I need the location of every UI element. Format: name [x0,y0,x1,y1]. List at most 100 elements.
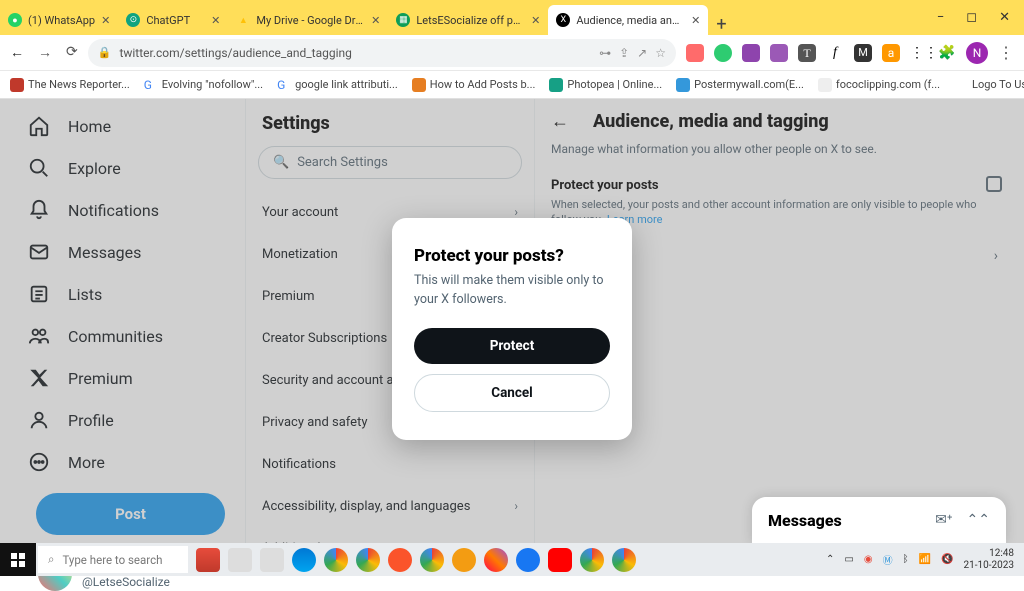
tray-icon[interactable]: ◉ [864,554,873,565]
clock[interactable]: 12:48 21-10-2023 [964,548,1015,571]
install-icon[interactable]: ⇪ [619,46,629,60]
taskbar-search[interactable]: ⌕Type here to search [38,546,188,573]
bookmark-icon [954,78,968,92]
messages-drawer-title: Messages [768,511,921,530]
bookmarks-bar: The News Reporter... GEvolving "nofollow… [0,71,1024,99]
forward-button[interactable]: → [38,44,52,61]
tab-sheets[interactable]: ▦ LetsESocialize off page det ✕ [388,5,548,35]
chrome-icon[interactable] [356,548,380,572]
close-icon[interactable]: ✕ [211,14,220,27]
browser-titlebar: ● (1) WhatsApp ✕ ⊙ ChatGPT ✕ ▲ My Drive … [0,0,1024,35]
bookmark-icon [10,78,24,92]
bookmark-label: Postermywall.com(E... [694,78,804,91]
ext-icon[interactable]: ⋮⋮ [910,44,928,62]
volume-icon[interactable]: 🔇 [941,554,953,565]
messages-drawer[interactable]: Messages ✉⁺ ⌃⌃ [752,497,1006,543]
new-tab-button[interactable]: + [708,14,734,35]
sheets-icon: ▦ [396,13,410,27]
profile-avatar[interactable]: N [966,42,988,64]
ext-icon[interactable] [714,44,732,62]
lock-icon: 🔒 [98,46,112,59]
bookmark-label: How to Add Posts b... [430,78,536,91]
youtube-icon[interactable] [548,548,572,572]
window-controls: − ◻ ✕ [923,10,1024,25]
ext-icon[interactable] [742,44,760,62]
back-button[interactable]: ← [10,44,24,61]
bookmark-item[interactable]: Photopea | Online... [549,78,662,92]
menu-button[interactable]: ⋮ [998,43,1014,62]
bookmark-item[interactable]: fococlipping.com (f... [818,78,940,92]
maximize-button[interactable]: ◻ [966,10,977,25]
ext-icon[interactable]: a [882,44,900,62]
windows-taskbar: ⌕Type here to search ⌃ ▭ ◉ Ⓜ ᛒ 📶 🔇 12:48… [0,543,1024,576]
tab-chatgpt[interactable]: ⊙ ChatGPT ✕ [118,5,228,35]
share-icon[interactable]: ↗ [637,46,647,60]
system-tray: ⌃ ▭ ◉ Ⓜ ᛒ 📶 🔇 12:48 21-10-2023 [826,548,1024,571]
wifi-icon[interactable]: 📶 [919,554,931,565]
bookmark-label: fococlipping.com (f... [836,78,940,91]
bookmark-item[interactable]: Logo To Use - Free... [954,78,1024,92]
tab-whatsapp[interactable]: ● (1) WhatsApp ✕ [0,5,118,35]
bookmark-item[interactable]: How to Add Posts b... [412,78,536,92]
minimize-button[interactable]: − [937,10,944,25]
ext-icon[interactable]: M [854,44,872,62]
compose-message-icon[interactable]: ✉⁺ [935,512,952,528]
bookmark-icon [549,78,563,92]
google-icon: G [277,78,291,92]
bookmark-item[interactable]: Ggoogle link attributi... [277,78,398,92]
reload-button[interactable]: ⟳ [66,44,78,61]
bookmark-label: Photopea | Online... [567,78,662,91]
app-icon[interactable] [196,548,220,572]
ext-icon[interactable] [770,44,788,62]
chrome-icon[interactable] [612,548,636,572]
tray-icon[interactable]: ⌃ [826,554,834,565]
app-icon[interactable] [452,548,476,572]
bluetooth-icon[interactable]: ᛒ [903,554,909,565]
protect-posts-modal: Protect your posts? This will make them … [392,218,632,440]
cancel-button[interactable]: Cancel [414,374,610,412]
tab-twitter[interactable]: X Audience, media and taggin ✕ [548,5,708,35]
close-window-button[interactable]: ✕ [999,10,1010,25]
edge-icon[interactable] [292,548,316,572]
key-icon[interactable]: ⊶ [599,46,611,60]
chrome-icon[interactable] [324,548,348,572]
close-icon[interactable]: ✕ [371,14,380,27]
bookmark-icon [818,78,832,92]
tab-label: My Drive - Google Drive [256,14,365,27]
url-box[interactable]: 🔒 twitter.com/settings/audience_and_tagg… [88,39,676,67]
close-icon[interactable]: ✕ [101,14,110,27]
bookmark-item[interactable]: The News Reporter... [10,78,130,92]
expand-icon[interactable]: ⌃⌃ [967,512,990,528]
tab-drive[interactable]: ▲ My Drive - Google Drive ✕ [228,5,388,35]
firefox-icon[interactable] [484,548,508,572]
extensions-icon[interactable]: 🧩 [938,44,956,62]
drive-icon: ▲ [236,13,250,27]
chrome-icon[interactable] [580,548,604,572]
bookmark-icon[interactable]: ☆ [655,46,666,60]
facebook-icon[interactable] [516,548,540,572]
bookmark-item[interactable]: Postermywall.com(E... [676,78,804,92]
tray-icon[interactable]: Ⓜ [883,552,893,567]
bookmark-icon [676,78,690,92]
chrome-icon[interactable] [420,548,444,572]
url-text: twitter.com/settings/audience_and_taggin… [119,46,351,60]
bookmark-label: Logo To Use - Free... [972,78,1024,91]
ext-icon[interactable]: f [826,44,844,62]
ext-icon[interactable]: T [798,44,816,62]
bookmark-item[interactable]: GEvolving "nofollow"... [144,78,263,92]
close-icon[interactable]: ✕ [531,14,540,27]
app-icon[interactable] [228,548,252,572]
tray-icon[interactable]: ▭ [844,554,853,565]
protect-button[interactable]: Protect [414,328,610,364]
time-label: 12:48 [964,548,1015,560]
start-button[interactable] [0,543,36,576]
brave-icon[interactable] [388,548,412,572]
bookmark-label: google link attributi... [295,78,398,91]
close-icon[interactable]: ✕ [691,14,700,27]
tab-label: LetsESocialize off page det [416,14,525,27]
search-placeholder: Type here to search [62,553,162,567]
bookmark-label: The News Reporter... [28,78,130,91]
ext-icon[interactable] [686,44,704,62]
bookmark-icon [412,78,426,92]
app-icon[interactable] [260,548,284,572]
